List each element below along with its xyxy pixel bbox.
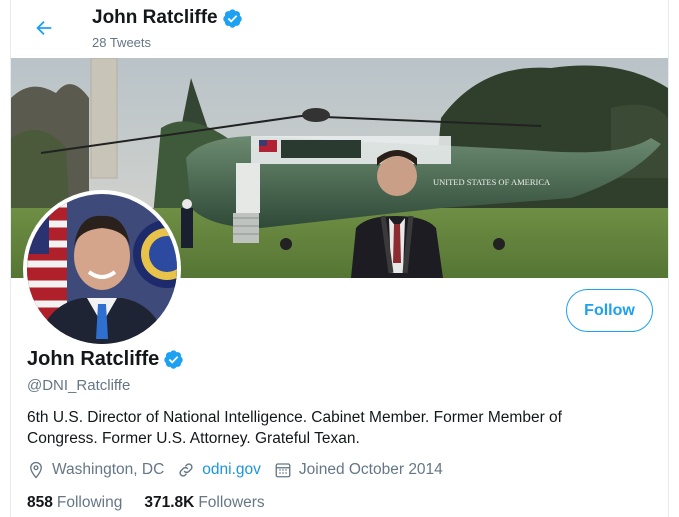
location-text: Washington, DC bbox=[52, 461, 165, 478]
following-label: Following bbox=[56, 494, 123, 511]
verified-badge-icon bbox=[163, 349, 184, 370]
header-title: John Ratcliffe bbox=[92, 7, 243, 29]
joined-text: Joined October 2014 bbox=[298, 461, 443, 478]
profile-page: John Ratcliffe 28 Tweets UNITED STATES O… bbox=[10, 0, 669, 517]
followers-label: Followers bbox=[198, 494, 265, 511]
helicopter-lettering: UNITED STATES OF AMERICA bbox=[433, 177, 551, 187]
profile-name-text: John Ratcliffe bbox=[27, 348, 160, 370]
following-count: 858 bbox=[27, 494, 53, 511]
followers-count: 371.8K bbox=[144, 494, 195, 511]
calendar-icon bbox=[275, 463, 291, 478]
profile-stats: 858 Following 371.8K Followers bbox=[27, 494, 287, 512]
follow-button[interactable]: Follow bbox=[566, 289, 653, 332]
avatar-image bbox=[27, 194, 177, 344]
profile-meta: Washington, DC odni.gov Joined October 2… bbox=[27, 461, 456, 479]
profile-header: John Ratcliffe 28 Tweets bbox=[11, 0, 668, 58]
following-stat[interactable]: 858 Following bbox=[27, 494, 122, 512]
website-item: odni.gov bbox=[177, 461, 261, 479]
tweet-count: 28 Tweets bbox=[92, 35, 152, 50]
link-icon bbox=[179, 463, 193, 477]
followers-stat[interactable]: 371.8K Followers bbox=[144, 494, 264, 512]
arrow-left-icon bbox=[36, 20, 52, 36]
website-link[interactable]: odni.gov bbox=[202, 461, 261, 479]
avatar[interactable] bbox=[23, 190, 181, 348]
back-button[interactable] bbox=[32, 16, 56, 40]
profile-handle: @DNI_Ratcliffe bbox=[27, 377, 131, 394]
location-pin-icon bbox=[30, 461, 42, 479]
location-item: Washington, DC bbox=[27, 461, 164, 479]
joined-item: Joined October 2014 bbox=[274, 461, 443, 479]
header-name: John Ratcliffe bbox=[92, 7, 218, 28]
verified-badge-icon bbox=[222, 8, 243, 29]
profile-bio: 6th U.S. Director of National Intelligen… bbox=[27, 409, 562, 447]
profile-name: John Ratcliffe bbox=[27, 348, 184, 371]
